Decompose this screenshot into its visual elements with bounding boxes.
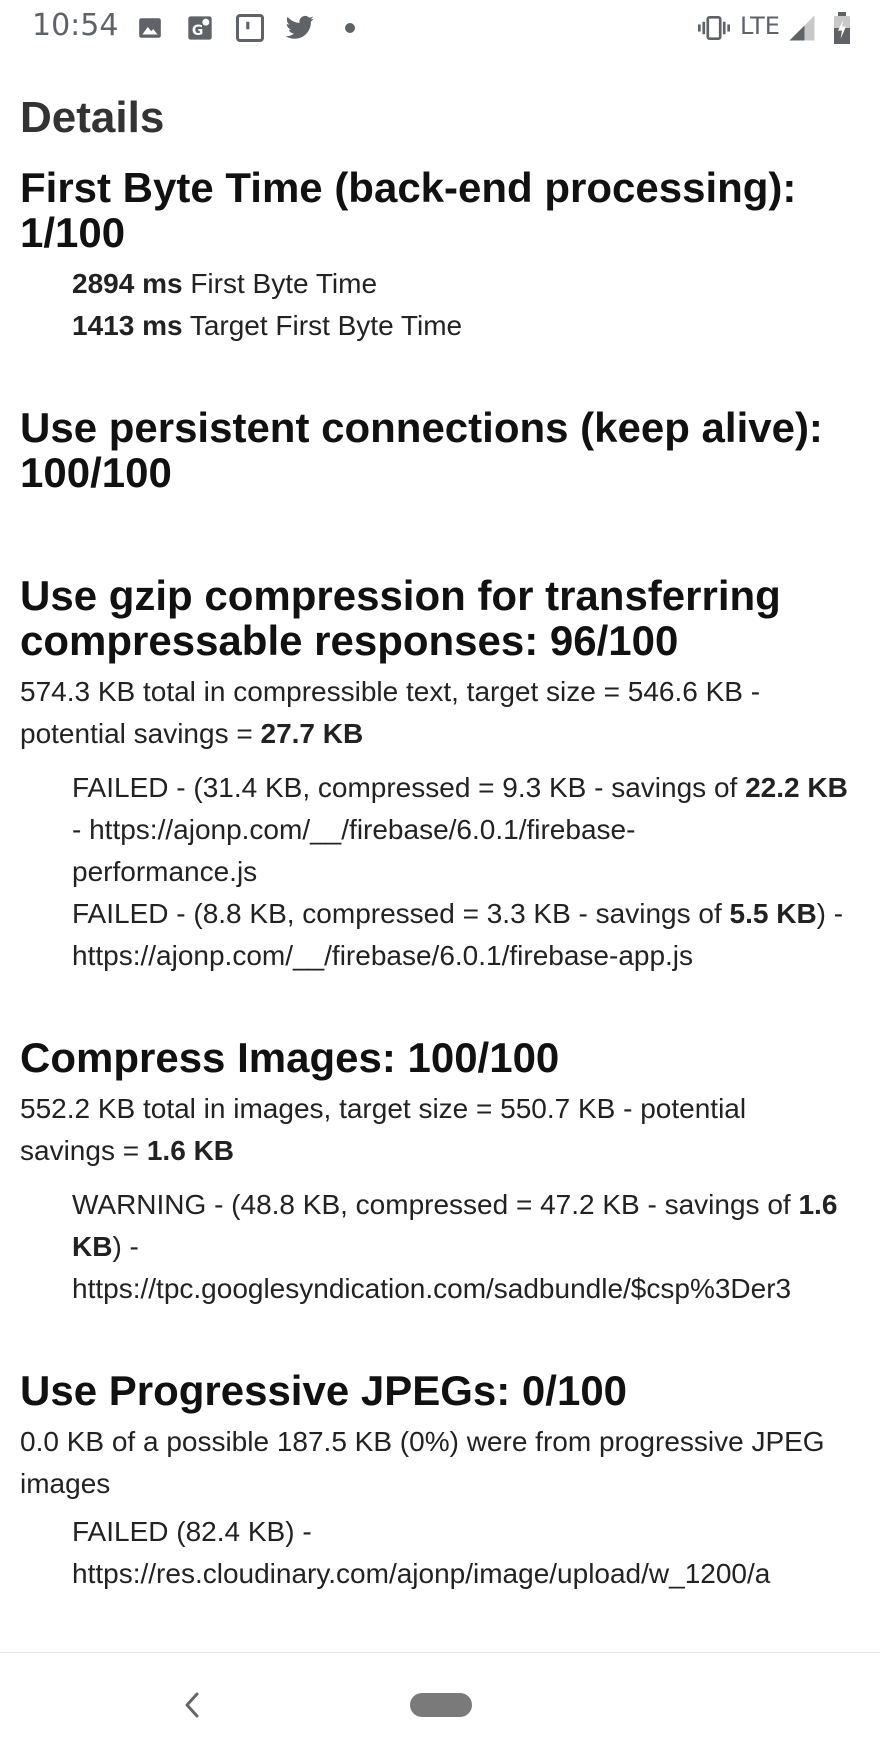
- metric-first-byte-time: 2894 ms First Byte Time: [72, 263, 880, 305]
- summary-line: 574.3 KB total in compressible text, tar…: [20, 675, 761, 707]
- result-text: FAILED - (8.8 KB, compressed = 3.3 KB - …: [72, 897, 730, 929]
- result-list: FAILED - (31.4 KB, compressed = 9.3 KB -…: [72, 767, 880, 977]
- section-title-line: Use gzip compression for transferring: [20, 571, 781, 619]
- navigation-bar: [0, 1652, 880, 1761]
- section-summary: 0.0 KB of a possible 187.5 KB (0%) were …: [20, 1421, 880, 1505]
- dot-icon: [334, 12, 366, 44]
- result-text: ) -: [112, 1230, 139, 1262]
- result-list: FAILED (82.4 KB) - https://res.cloudinar…: [72, 1511, 880, 1595]
- metric-value: 2894 ms: [72, 267, 183, 299]
- battery-icon: [826, 12, 858, 44]
- signal-icon: [786, 12, 818, 44]
- result-item-line: FAILED - (8.8 KB, compressed = 3.3 KB - …: [72, 893, 880, 935]
- result-text: FAILED (82.4 KB) -: [72, 1515, 312, 1547]
- section-title-line: Use persistent connections (keep alive):: [20, 403, 823, 451]
- result-url: performance.js: [72, 855, 258, 887]
- result-url: - https://ajonp.com/__/firebase/6.0.1/fi…: [72, 813, 636, 845]
- section-first-byte-time: First Byte Time (back-end processing): 1…: [20, 165, 880, 347]
- savings-unit: KB: [72, 1230, 113, 1262]
- svg-text:G: G: [192, 23, 204, 39]
- section-summary: 552.2 KB total in images, target size = …: [20, 1088, 880, 1172]
- result-item-line: FAILED - (31.4 KB, compressed = 9.3 KB -…: [72, 767, 880, 809]
- vibrate-icon: [698, 12, 730, 44]
- section-gzip-compression: Use gzip compression for transferring co…: [20, 573, 880, 977]
- result-url: https://tpc.googlesyndication.com/sadbun…: [72, 1272, 792, 1304]
- twitter-icon: [284, 12, 316, 44]
- savings-value: 22.2 KB: [745, 771, 848, 803]
- result-url: https://res.cloudinary.com/ajonp/image/u…: [72, 1557, 771, 1589]
- status-bar: 10:54 G LTE: [0, 0, 880, 56]
- app-icon: [234, 12, 266, 44]
- section-score: 1/100: [20, 208, 126, 256]
- summary-line: 552.2 KB total in images, target size = …: [20, 1092, 747, 1124]
- summary-text: potential savings =: [20, 717, 261, 749]
- section-score: 100/100: [20, 448, 172, 496]
- summary-line: images: [20, 1467, 111, 1499]
- metric-label: Target First Byte Time: [182, 309, 463, 341]
- network-type-label: LTE: [740, 12, 780, 40]
- map-icon: G: [184, 12, 216, 44]
- summary-line: savings = 1.6 KB: [20, 1130, 880, 1172]
- metric-list: 2894 ms First Byte Time 1413 ms Target F…: [72, 263, 880, 347]
- summary-line: potential savings = 27.7 KB: [20, 713, 880, 755]
- section-title-line-score: compressable responses: 96/100: [20, 616, 679, 664]
- result-item-line: WARNING - (48.8 KB, compressed = 47.2 KB…: [72, 1184, 880, 1226]
- section-summary: 574.3 KB total in compressible text, tar…: [20, 671, 880, 755]
- result-list: WARNING - (48.8 KB, compressed = 47.2 KB…: [72, 1184, 880, 1310]
- section-compress-images: Compress Images: 100/100 552.2 KB total …: [20, 1035, 880, 1310]
- result-url: https://ajonp.com/__/firebase/6.0.1/fire…: [72, 939, 694, 971]
- section-keep-alive: Use persistent connections (keep alive):…: [20, 405, 880, 495]
- details-content: Details First Byte Time (back-end proces…: [20, 92, 880, 1595]
- summary-line: 0.0 KB of a possible 187.5 KB (0%) were …: [20, 1425, 825, 1457]
- back-icon[interactable]: [176, 1683, 208, 1727]
- section-title: Use persistent connections (keep alive):…: [20, 405, 880, 495]
- image-icon: [134, 12, 166, 44]
- summary-text: savings =: [20, 1134, 147, 1166]
- result-text: WARNING - (48.8 KB, compressed = 47.2 KB…: [72, 1188, 799, 1220]
- savings-value: 5.5 KB: [729, 897, 817, 929]
- home-pill-icon[interactable]: [410, 1693, 472, 1717]
- page-title: Details: [20, 93, 165, 142]
- result-text: ) -: [816, 897, 844, 929]
- result-item-line: KB) -: [72, 1226, 880, 1268]
- result-text: FAILED - (31.4 KB, compressed = 9.3 KB -…: [72, 771, 746, 803]
- metric-value: 1413 ms: [72, 309, 183, 341]
- savings-value: 1.6: [798, 1188, 838, 1220]
- savings-value: 1.6 KB: [146, 1134, 235, 1166]
- metric-label: First Byte Time: [182, 267, 378, 299]
- savings-value: 27.7 KB: [260, 717, 364, 749]
- section-title: Use Progressive JPEGs: 0/100: [20, 1366, 628, 1414]
- status-time: 10:54: [32, 8, 119, 43]
- metric-target-first-byte-time: 1413 ms Target First Byte Time: [72, 305, 880, 347]
- section-progressive-jpegs: Use Progressive JPEGs: 0/100 0.0 KB of a…: [20, 1368, 880, 1595]
- section-title: Compress Images: 100/100: [20, 1033, 560, 1081]
- section-title-line: First Byte Time (back-end processing):: [20, 163, 797, 211]
- section-title: Use gzip compression for transferring co…: [20, 573, 880, 663]
- section-title: First Byte Time (back-end processing): 1…: [20, 165, 880, 255]
